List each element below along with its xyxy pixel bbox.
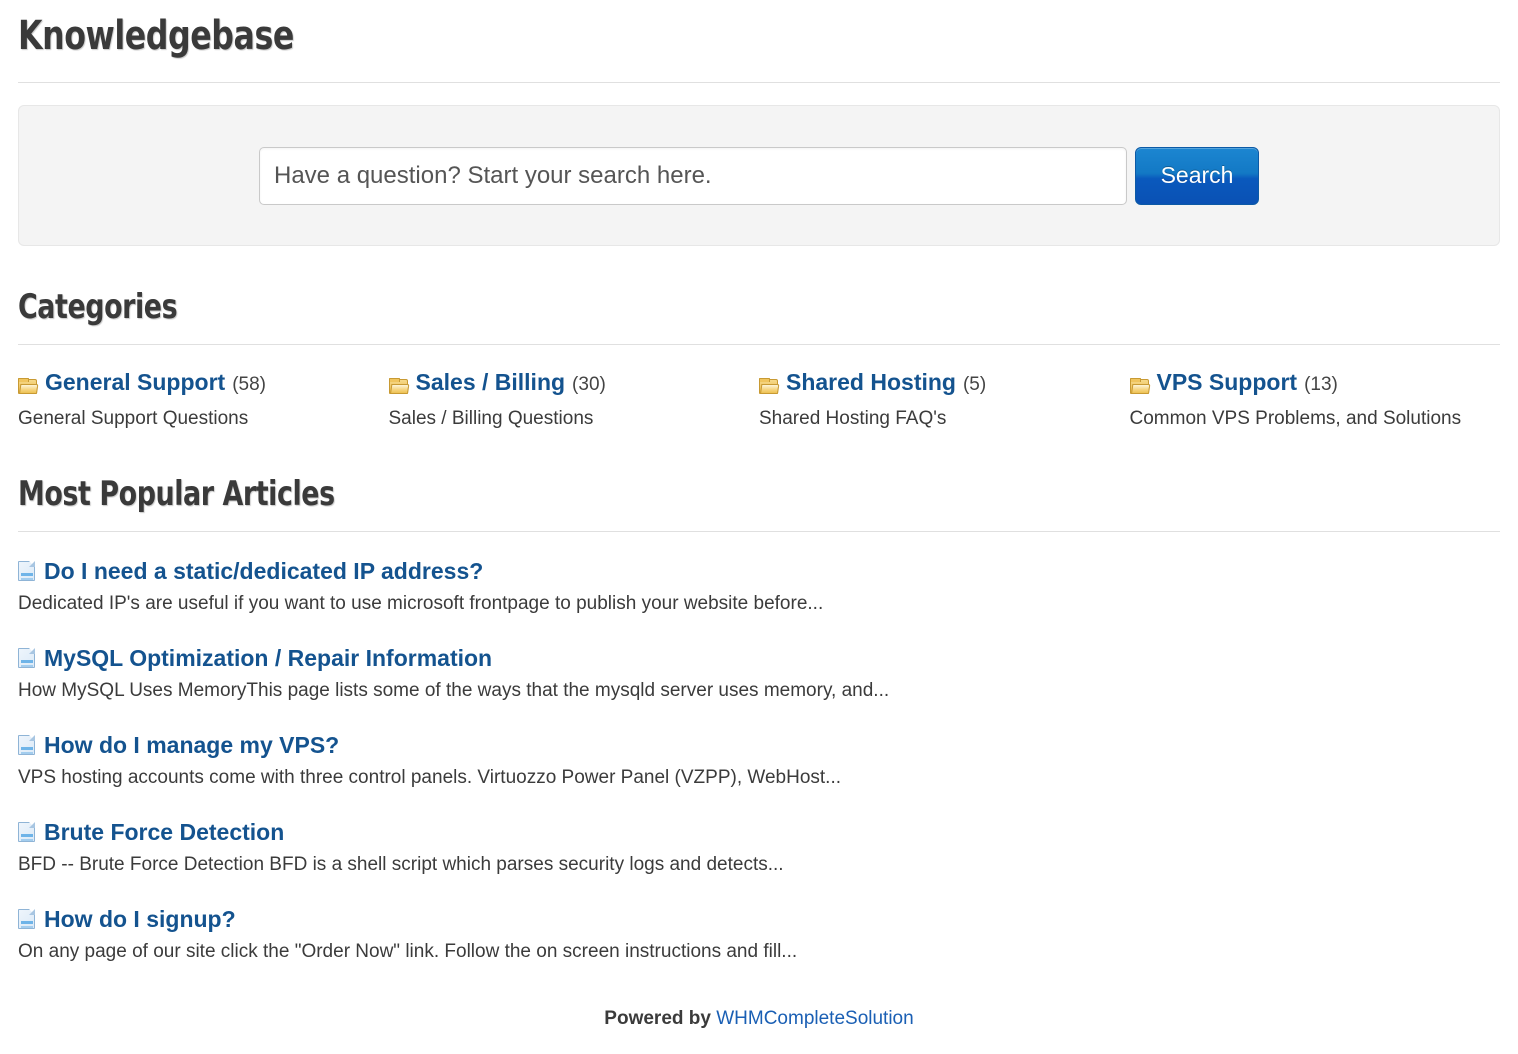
article-link[interactable]: How do I signup? — [44, 906, 236, 932]
category-count: (30) — [572, 374, 606, 395]
search-button[interactable]: Search — [1135, 146, 1259, 205]
article-excerpt: BFD -- Brute Force Detection BFD is a sh… — [18, 854, 784, 875]
search-input[interactable] — [259, 146, 1127, 205]
category-description: Shared Hosting FAQ's — [759, 408, 947, 429]
category-link[interactable]: VPS Support — [1157, 369, 1298, 395]
category-item: General Support (58) General Support Que… — [18, 369, 389, 433]
category-header: VPS Support (13) — [1129, 369, 1471, 398]
article-item: Do I need a static/dedicated IP address?… — [18, 558, 1500, 618]
article-header: How do I signup? — [18, 906, 1500, 932]
articles-heading: Most Popular Articles — [18, 474, 335, 514]
footer: Powered by WHMCompleteSolution — [0, 1008, 1518, 1030]
category-count: (13) — [1304, 374, 1338, 395]
folder-icon — [759, 377, 780, 395]
categories-divider — [18, 344, 1500, 345]
page-title: Knowledgebase — [18, 13, 294, 59]
article-excerpt: Dedicated IP's are useful if you want to… — [18, 593, 824, 614]
article-header: MySQL Optimization / Repair Information — [18, 645, 1500, 671]
document-icon — [18, 909, 35, 929]
article-header: Brute Force Detection — [18, 819, 1500, 845]
categories-heading: Categories — [18, 287, 178, 327]
category-description: General Support Questions — [18, 408, 249, 429]
document-icon — [18, 735, 35, 755]
whmcs-link[interactable]: WHMCompleteSolution — [716, 1008, 913, 1029]
article-excerpt: How MySQL Uses MemoryThis page lists som… — [18, 680, 890, 701]
categories-section: Categories General Support (58) General … — [18, 288, 1500, 433]
title-divider — [18, 82, 1500, 83]
category-item: VPS Support (13) Common VPS Problems, an… — [1129, 369, 1501, 433]
article-item: How do I signup? On any page of our site… — [18, 906, 1500, 966]
category-description: Sales / Billing Questions — [388, 408, 594, 429]
article-excerpt: On any page of our site click the "Order… — [18, 941, 798, 962]
article-item: MySQL Optimization / Repair Information … — [18, 645, 1500, 705]
articles-divider — [18, 531, 1500, 532]
document-icon — [18, 561, 35, 581]
article-item: How do I manage my VPS? VPS hosting acco… — [18, 732, 1500, 792]
article-header: How do I manage my VPS? — [18, 732, 1500, 758]
category-item: Shared Hosting (5) Shared Hosting FAQ's — [759, 369, 1130, 433]
knowledgebase-page: Knowledgebase Search Categories General … — [0, 0, 1518, 1054]
document-icon — [18, 822, 35, 842]
category-header: Shared Hosting (5) — [759, 369, 1100, 398]
category-link[interactable]: Sales / Billing — [416, 369, 566, 395]
category-header: Sales / Billing (30) — [388, 369, 730, 398]
category-count: (5) — [962, 374, 987, 395]
article-item: Brute Force Detection BFD -- Brute Force… — [18, 819, 1500, 879]
article-link[interactable]: How do I manage my VPS? — [44, 732, 339, 758]
articles-list: Do I need a static/dedicated IP address?… — [18, 558, 1500, 966]
article-header: Do I need a static/dedicated IP address? — [18, 558, 1500, 584]
category-header: General Support (58) — [18, 369, 359, 398]
article-excerpt: VPS hosting accounts come with three con… — [18, 767, 842, 788]
category-link[interactable]: General Support — [45, 369, 225, 395]
article-link[interactable]: Do I need a static/dedicated IP address? — [44, 558, 483, 584]
document-icon — [18, 648, 35, 668]
powered-by-label: Powered by — [604, 1008, 711, 1029]
categories-grid: General Support (58) General Support Que… — [18, 369, 1500, 433]
category-item: Sales / Billing (30) Sales / Billing Que… — [388, 369, 760, 433]
article-link[interactable]: Brute Force Detection — [44, 819, 284, 845]
category-link[interactable]: Shared Hosting — [786, 369, 956, 395]
search-panel: Search — [18, 105, 1500, 246]
search-form: Search — [259, 146, 1259, 205]
category-description: Common VPS Problems, and Solutions — [1129, 408, 1462, 429]
article-link[interactable]: MySQL Optimization / Repair Information — [44, 645, 492, 671]
folder-icon — [1129, 377, 1150, 395]
folder-icon — [388, 377, 409, 395]
folder-icon — [18, 377, 39, 395]
articles-section: Most Popular Articles Do I need a static… — [18, 475, 1500, 966]
category-count: (58) — [232, 374, 266, 395]
